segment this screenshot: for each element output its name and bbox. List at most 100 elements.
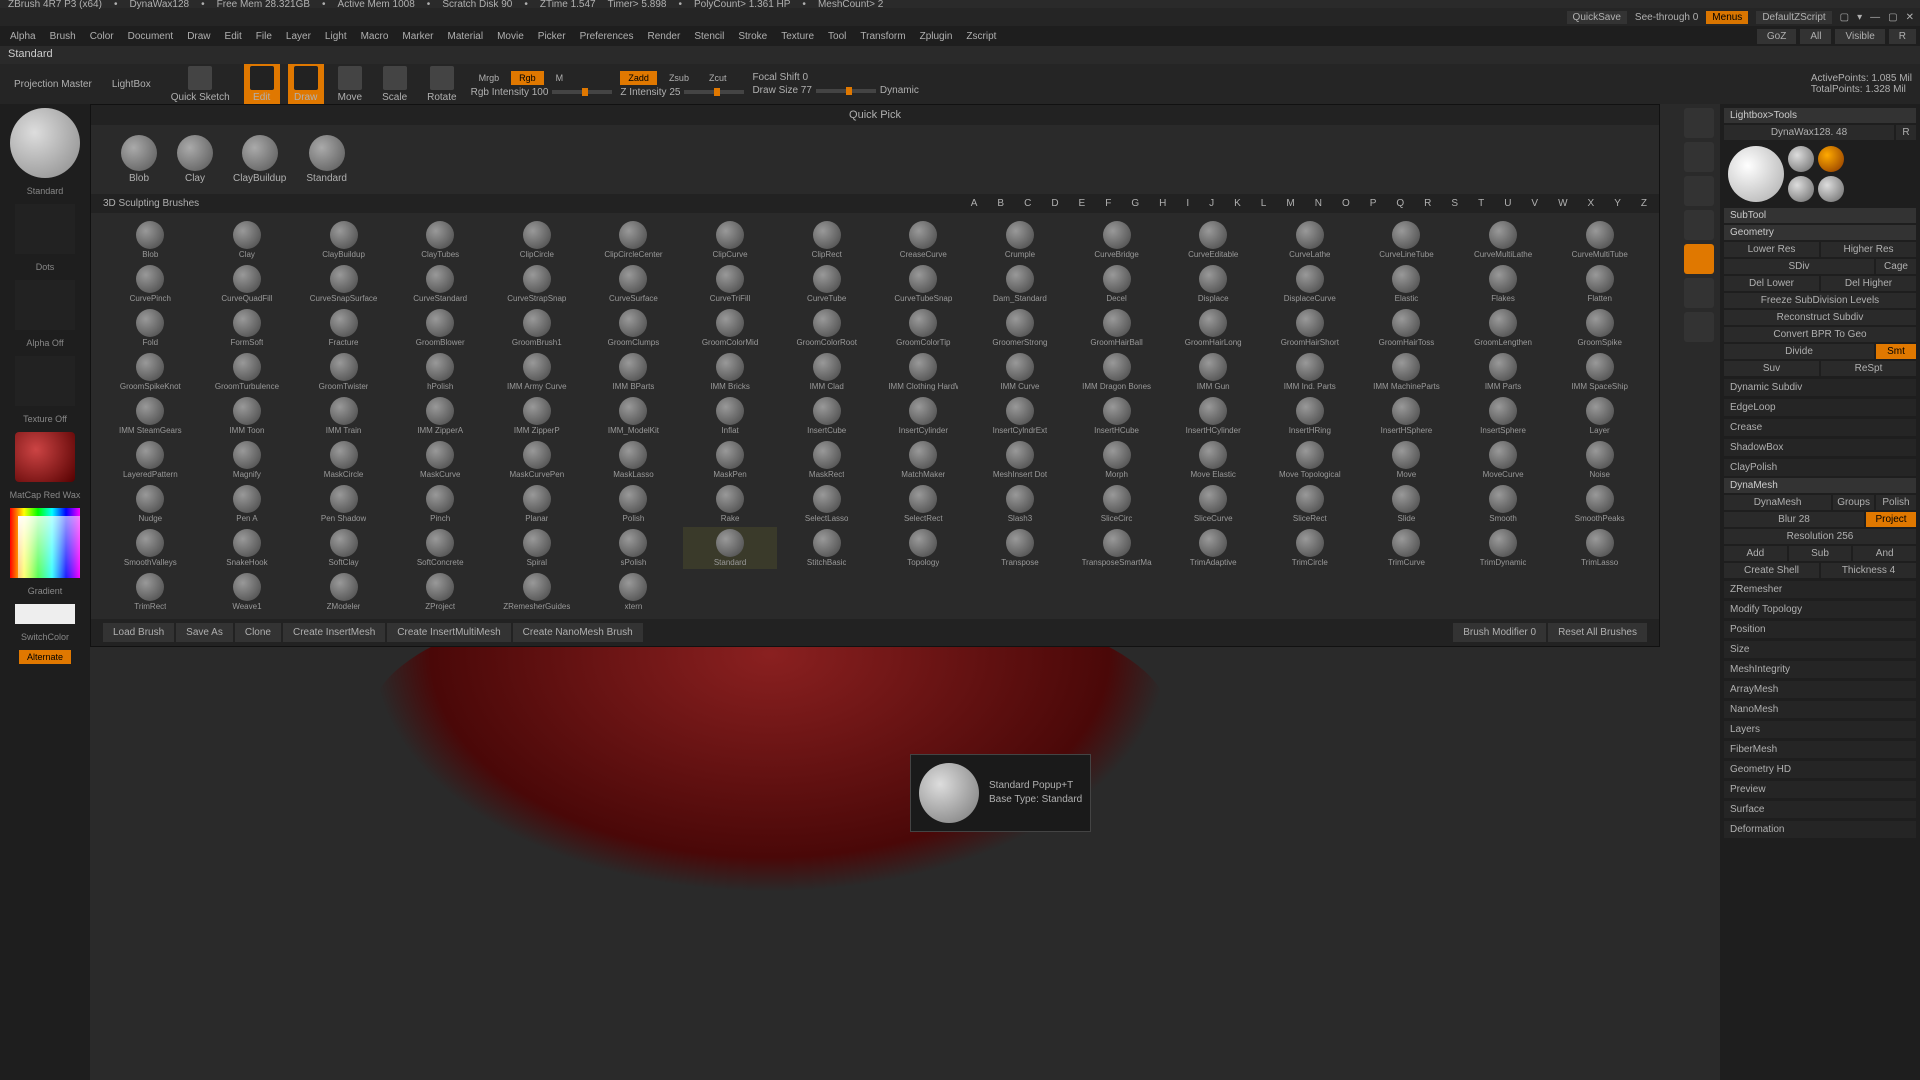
projection-master-button[interactable]: Projection Master: [8, 77, 98, 92]
gradient-label[interactable]: Gradient: [28, 586, 63, 596]
brush-item[interactable]: TrimRect: [103, 571, 198, 613]
brush-item[interactable]: InsertHCube: [1069, 395, 1164, 437]
brush-item[interactable]: CurveMultiTube: [1552, 219, 1647, 261]
dellower-button[interactable]: Del Lower: [1724, 276, 1819, 291]
brush-item[interactable]: SoftClay: [296, 527, 391, 569]
brush-item[interactable]: GroomColorTip: [876, 307, 971, 349]
modifytopology-section[interactable]: Modify Topology: [1724, 601, 1916, 618]
polish-button[interactable]: Polish: [1876, 495, 1916, 510]
alpha-filter-I[interactable]: I: [1186, 198, 1189, 209]
brush-item[interactable]: CurveSnapSurface: [296, 263, 391, 305]
menu-color[interactable]: Color: [84, 29, 120, 44]
brush-item[interactable]: CurveMultiLathe: [1456, 219, 1551, 261]
menu-alpha[interactable]: Alpha: [4, 29, 42, 44]
rgb-button[interactable]: Rgb: [511, 71, 544, 85]
r-button-tool[interactable]: R: [1896, 125, 1916, 140]
menu-layer[interactable]: Layer: [280, 29, 317, 44]
goz-button[interactable]: GoZ: [1757, 29, 1796, 44]
deformation-section[interactable]: Deformation: [1724, 821, 1916, 838]
quicksave-button[interactable]: QuickSave: [1567, 11, 1627, 24]
brush-item[interactable]: TrimCircle: [1263, 527, 1358, 569]
position-section[interactable]: Position: [1724, 621, 1916, 638]
brush-item[interactable]: IMM Dragon Bones: [1069, 351, 1164, 393]
load-brush-button[interactable]: Load Brush: [103, 623, 174, 642]
collapse-icon[interactable]: ▾: [1857, 12, 1862, 23]
alpha-filter-B[interactable]: B: [997, 198, 1004, 209]
brush-item[interactable]: InsertHCylinder: [1166, 395, 1261, 437]
brush-item[interactable]: IMM SteamGears: [103, 395, 198, 437]
preview-section[interactable]: Preview: [1724, 781, 1916, 798]
brush-item[interactable]: ClipCurve: [683, 219, 778, 261]
groups-button[interactable]: Groups: [1833, 495, 1874, 510]
material-swatch[interactable]: [15, 432, 75, 482]
shadowbox-section[interactable]: ShadowBox: [1724, 439, 1916, 456]
alpha-filter-H[interactable]: H: [1159, 198, 1166, 209]
create-insertmesh-button[interactable]: Create InsertMesh: [283, 623, 385, 642]
cage-button[interactable]: Cage: [1876, 259, 1916, 274]
geometryhd-section[interactable]: Geometry HD: [1724, 761, 1916, 778]
brush-item[interactable]: InsertHRing: [1263, 395, 1358, 437]
project-button[interactable]: Project: [1866, 512, 1916, 527]
brush-item[interactable]: GroomClumps: [586, 307, 681, 349]
create-insertmultimesh-button[interactable]: Create InsertMultiMesh: [387, 623, 510, 642]
all-button[interactable]: All: [1800, 29, 1831, 44]
brush-item[interactable]: DisplaceCurve: [1263, 263, 1358, 305]
delhigher-button[interactable]: Del Higher: [1821, 276, 1916, 291]
seethrough-slider[interactable]: See-through 0: [1635, 12, 1698, 23]
alpha-filter-Y[interactable]: Y: [1614, 198, 1621, 209]
brush-item[interactable]: IMM ZipperA: [393, 395, 488, 437]
brush-item[interactable]: CurveTriFill: [683, 263, 778, 305]
linefill-icon[interactable]: [1684, 176, 1714, 206]
brush-item[interactable]: Inflat: [683, 395, 778, 437]
brush-item[interactable]: ClipCircle: [490, 219, 585, 261]
brush-item[interactable]: GroomerStrong: [973, 307, 1068, 349]
geometry-header[interactable]: Geometry: [1724, 225, 1916, 240]
quickpick-item[interactable]: Standard: [306, 135, 347, 184]
brush-item[interactable]: FormSoft: [200, 307, 295, 349]
minimize-icon[interactable]: —: [1870, 12, 1880, 23]
smt-button[interactable]: Smt: [1876, 344, 1916, 359]
brush-item[interactable]: InsertSphere: [1456, 395, 1551, 437]
brush-item[interactable]: Weave1: [200, 571, 295, 613]
claypolish-section[interactable]: ClayPolish: [1724, 459, 1916, 476]
brush-item[interactable]: Displace: [1166, 263, 1261, 305]
brush-item[interactable]: Flakes: [1456, 263, 1551, 305]
surface-section[interactable]: Surface: [1724, 801, 1916, 818]
edgeloop-section[interactable]: EdgeLoop: [1724, 399, 1916, 416]
tool-swatch-sphere[interactable]: [1788, 146, 1814, 172]
brush-item[interactable]: Blob: [103, 219, 198, 261]
brush-item[interactable]: MaskCurve: [393, 439, 488, 481]
convert-bpr-button[interactable]: Convert BPR To Geo: [1724, 327, 1916, 342]
brush-item[interactable]: IMM BParts: [586, 351, 681, 393]
divide-button[interactable]: Divide: [1724, 344, 1874, 359]
brush-item[interactable]: MaskLasso: [586, 439, 681, 481]
focal-shift-slider[interactable]: Focal Shift 0: [752, 72, 808, 83]
menu-light[interactable]: Light: [319, 29, 353, 44]
brush-item[interactable]: CurveEditable: [1166, 219, 1261, 261]
alpha-filter-R[interactable]: R: [1424, 198, 1431, 209]
brush-item[interactable]: Noise: [1552, 439, 1647, 481]
brush-item[interactable]: SmoothPeaks: [1552, 483, 1647, 525]
brush-item[interactable]: Standard: [683, 527, 778, 569]
brush-item[interactable]: Clay: [200, 219, 295, 261]
alternate-button[interactable]: Alternate: [19, 650, 71, 664]
alpha-filter-G[interactable]: G: [1131, 198, 1139, 209]
transp-icon[interactable]: [1684, 210, 1714, 240]
fibermesh-section[interactable]: FiberMesh: [1724, 741, 1916, 758]
lightbox-button[interactable]: LightBox: [106, 77, 157, 92]
brush-item[interactable]: SelectRect: [876, 483, 971, 525]
maximize-icon[interactable]: ▢: [1888, 12, 1897, 23]
brush-item[interactable]: IMM Train: [296, 395, 391, 437]
menu-marker[interactable]: Marker: [396, 29, 439, 44]
brush-item[interactable]: MatchMaker: [876, 439, 971, 481]
tool-swatch-dynawax[interactable]: [1818, 176, 1844, 202]
reset-brushes-button[interactable]: Reset All Brushes: [1548, 623, 1647, 642]
brush-item[interactable]: Dam_Standard: [973, 263, 1068, 305]
blur-slider[interactable]: Blur 28: [1724, 512, 1864, 527]
brush-item[interactable]: IMM Bricks: [683, 351, 778, 393]
brush-item[interactable]: LayeredPattern: [103, 439, 198, 481]
brush-item[interactable]: Pinch: [393, 483, 488, 525]
brush-item[interactable]: Planar: [490, 483, 585, 525]
brush-item[interactable]: GroomLengthen: [1456, 307, 1551, 349]
brush-item[interactable]: ClayBuildup: [296, 219, 391, 261]
